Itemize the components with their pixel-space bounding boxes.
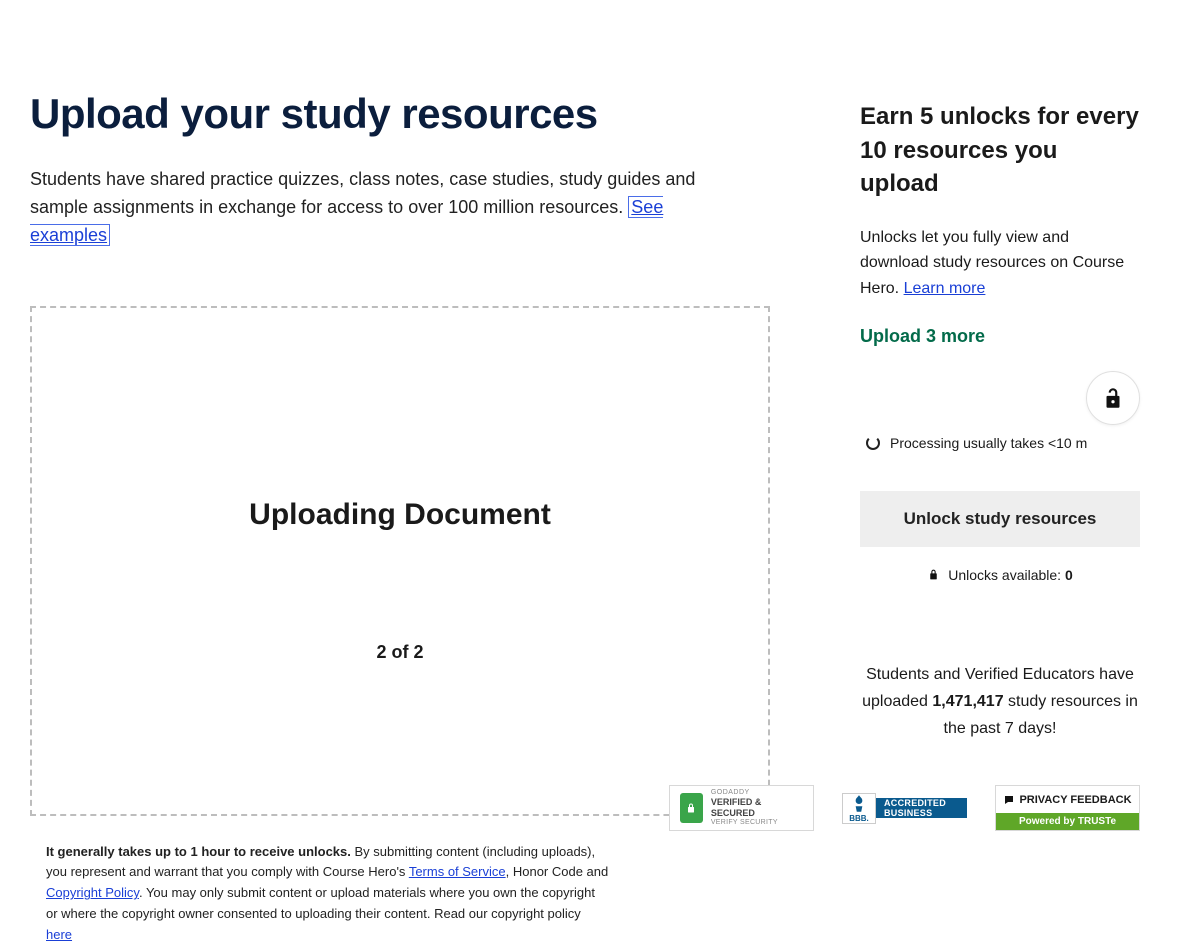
upload-stats: Students and Verified Educators have upl… (860, 661, 1140, 743)
truste-badge[interactable]: PRIVACY FEEDBACK Powered by TRUSTe (995, 785, 1140, 831)
page-subtitle: Students have shared practice quizzes, c… (30, 166, 730, 250)
godaddy-lock-icon (680, 793, 703, 823)
upload-status-title: Uploading Document (249, 498, 551, 532)
learn-more-link[interactable]: Learn more (904, 280, 986, 297)
unlock-resources-button[interactable]: Unlock study resources (860, 491, 1140, 547)
sidebar-desc: Unlocks let you fully view and download … (860, 225, 1140, 302)
lock-icon (927, 568, 940, 581)
lock-progress-icon (1086, 371, 1140, 425)
legal-notice: It generally takes up to 1 hour to recei… (30, 842, 610, 946)
spinner-icon (866, 436, 880, 450)
tos-link[interactable]: Terms of Service (409, 864, 506, 879)
upload-more-hint: Upload 3 more (860, 326, 1140, 347)
page-title: Upload your study resources (30, 90, 770, 138)
upload-dropzone[interactable]: Uploading Document 2 of 2 (30, 306, 770, 816)
godaddy-badge[interactable]: GODADDY VERIFIED & SECURED VERIFY SECURI… (669, 785, 814, 831)
processing-note: Processing usually takes <10 m (860, 435, 1140, 451)
bbb-torch-icon (852, 794, 866, 814)
unlocks-available: Unlocks available: 0 (860, 567, 1140, 583)
upload-counter: 2 of 2 (376, 642, 423, 663)
speech-icon (1003, 794, 1015, 806)
unlock-icon (1100, 385, 1126, 411)
sidebar-title: Earn 5 unlocks for every 10 resources yo… (860, 100, 1140, 201)
bbb-badge[interactable]: BBB. ACCREDITED BUSINESS (842, 785, 967, 831)
copyright-here-link[interactable]: here (46, 927, 72, 942)
copyright-policy-link[interactable]: Copyright Policy (46, 885, 139, 900)
